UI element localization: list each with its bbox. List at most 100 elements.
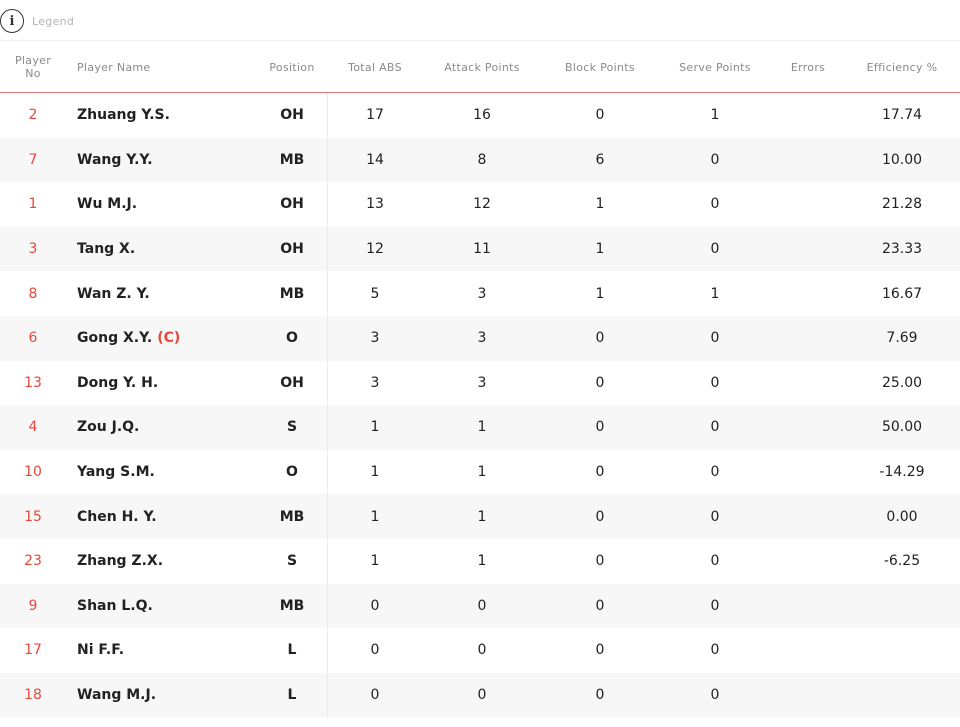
position: MB <box>279 508 305 525</box>
table-row: 2 Zhuang Y.S. OH 17 16 0 1 17.74 <box>0 93 960 138</box>
player-no[interactable]: 13 <box>0 361 66 406</box>
player-no[interactable]: 3 <box>0 227 66 272</box>
player-no[interactable]: 6 <box>0 316 66 361</box>
player-name[interactable]: Zhang Z.X. <box>77 539 257 584</box>
header-block-points[interactable]: Block Points <box>555 41 645 93</box>
efficiency <box>860 628 944 673</box>
attack-points: 0 <box>477 642 487 659</box>
player-name-text: Zou J.Q. <box>77 419 140 436</box>
player-name[interactable]: Wu M.J. <box>77 182 257 227</box>
table-row: 13 Dong Y. H. OH 3 3 0 0 25.00 <box>0 361 960 406</box>
block-points: 0 <box>595 464 605 481</box>
player-name[interactable]: Zhuang Y.S. <box>77 93 257 138</box>
header-efficiency[interactable]: Efficiency % <box>860 41 944 93</box>
player-name-text: Wang M.J. <box>77 687 157 704</box>
player-name[interactable]: Gong X.Y. (C) <box>77 316 257 361</box>
player-no[interactable]: 23 <box>0 539 66 584</box>
header-position[interactable]: Position <box>252 41 332 93</box>
table-body: 2 Zhuang Y.S. OH 17 16 0 1 17.74 7 Wang Y.Y. MB 14 8… <box>0 93 960 718</box>
header-attack-points[interactable]: Attack Points <box>437 41 527 93</box>
table-row: 9 Shan L.Q. MB 0 0 0 0 <box>0 583 960 629</box>
efficiency <box>860 673 944 718</box>
player-no[interactable]: 2 <box>0 93 66 138</box>
position: OH <box>280 241 304 258</box>
header-total-abs[interactable]: Total ABS <box>335 41 415 93</box>
errors <box>770 405 846 450</box>
attack-points: 0 <box>477 687 487 704</box>
attack-points: 11 <box>473 241 491 258</box>
player-name-text: Wu M.J. <box>77 196 138 213</box>
player-name[interactable]: Chen H. Y. <box>77 494 257 539</box>
player-no[interactable]: 7 <box>0 138 66 183</box>
player-no[interactable]: 18 <box>0 673 66 718</box>
header-errors[interactable]: Errors <box>770 41 846 93</box>
position: S <box>286 553 298 570</box>
total-abs: 12 <box>366 241 384 258</box>
serve-points: 0 <box>710 642 720 659</box>
serve-points: 0 <box>710 241 720 258</box>
player-name[interactable]: Yang S.M. <box>77 450 257 495</box>
player-name-text: Wan Z. Y. <box>77 285 150 302</box>
position: OH <box>280 107 304 124</box>
errors <box>770 673 846 718</box>
player-no[interactable]: 10 <box>0 450 66 495</box>
position: MB <box>279 151 305 168</box>
player-name[interactable]: Wang M.J. <box>77 673 257 718</box>
player-name[interactable]: Shan L.Q. <box>77 584 257 629</box>
player-name[interactable]: Ni F.F. <box>77 628 257 673</box>
player-name-text: Zhang Z.X. <box>77 553 164 570</box>
player-name-text: Tang X. <box>77 241 136 258</box>
info-icon[interactable]: i <box>0 9 24 33</box>
total-abs: 1 <box>370 419 380 436</box>
header-serve-points[interactable]: Serve Points <box>670 41 760 93</box>
header-player-name[interactable]: Player Name <box>77 41 257 93</box>
efficiency: 7.69 <box>886 330 918 347</box>
player-name-text: Gong X.Y. <box>77 330 153 347</box>
block-points: 6 <box>595 151 605 168</box>
serve-points: 0 <box>710 597 720 614</box>
block-points: 0 <box>595 642 605 659</box>
position: OH <box>280 196 304 213</box>
player-name[interactable]: Zou J.Q. <box>77 405 257 450</box>
errors <box>770 138 846 183</box>
serve-points: 0 <box>710 374 720 391</box>
block-points: 0 <box>595 597 605 614</box>
table-row: 15 Chen H. Y. MB 1 1 0 0 0.00 <box>0 494 960 539</box>
attack-points: 16 <box>473 107 491 124</box>
serve-points: 0 <box>710 419 720 436</box>
legend-label[interactable]: Legend <box>32 15 74 28</box>
player-no[interactable]: 8 <box>0 271 66 316</box>
player-name[interactable]: Wang Y.Y. <box>77 138 257 183</box>
legend-bar: i Legend <box>0 0 960 41</box>
player-name[interactable]: Wan Z. Y. <box>77 271 257 316</box>
player-name-text: Ni F.F. <box>77 642 125 659</box>
player-no[interactable]: 17 <box>0 628 66 673</box>
player-name[interactable]: Dong Y. H. <box>77 361 257 406</box>
player-no[interactable]: 9 <box>0 584 66 629</box>
player-no[interactable]: 15 <box>0 494 66 539</box>
column-divider <box>327 93 328 718</box>
legend-button[interactable]: i Legend <box>0 9 74 33</box>
errors <box>770 539 846 584</box>
errors <box>770 450 846 495</box>
player-no[interactable]: 1 <box>0 182 66 227</box>
total-abs: 5 <box>370 285 380 302</box>
errors <box>770 93 846 138</box>
table-row: 3 Tang X. OH 12 11 1 0 23.33 <box>0 226 960 272</box>
serve-points: 0 <box>710 553 720 570</box>
efficiency: 10.00 <box>881 151 923 168</box>
errors <box>770 316 846 361</box>
position: L <box>287 642 297 659</box>
header-player-no[interactable]: Player No <box>0 41 66 93</box>
serve-points: 0 <box>710 196 720 213</box>
attack-points: 8 <box>477 151 487 168</box>
block-points: 0 <box>595 374 605 391</box>
efficiency: 25.00 <box>881 374 923 391</box>
total-abs: 0 <box>370 597 380 614</box>
player-name-text: Dong Y. H. <box>77 374 159 391</box>
efficiency: 0.00 <box>886 508 918 525</box>
player-no[interactable]: 4 <box>0 405 66 450</box>
player-name[interactable]: Tang X. <box>77 227 257 272</box>
position: O <box>286 330 298 347</box>
captain-badge: (C) <box>157 330 181 347</box>
